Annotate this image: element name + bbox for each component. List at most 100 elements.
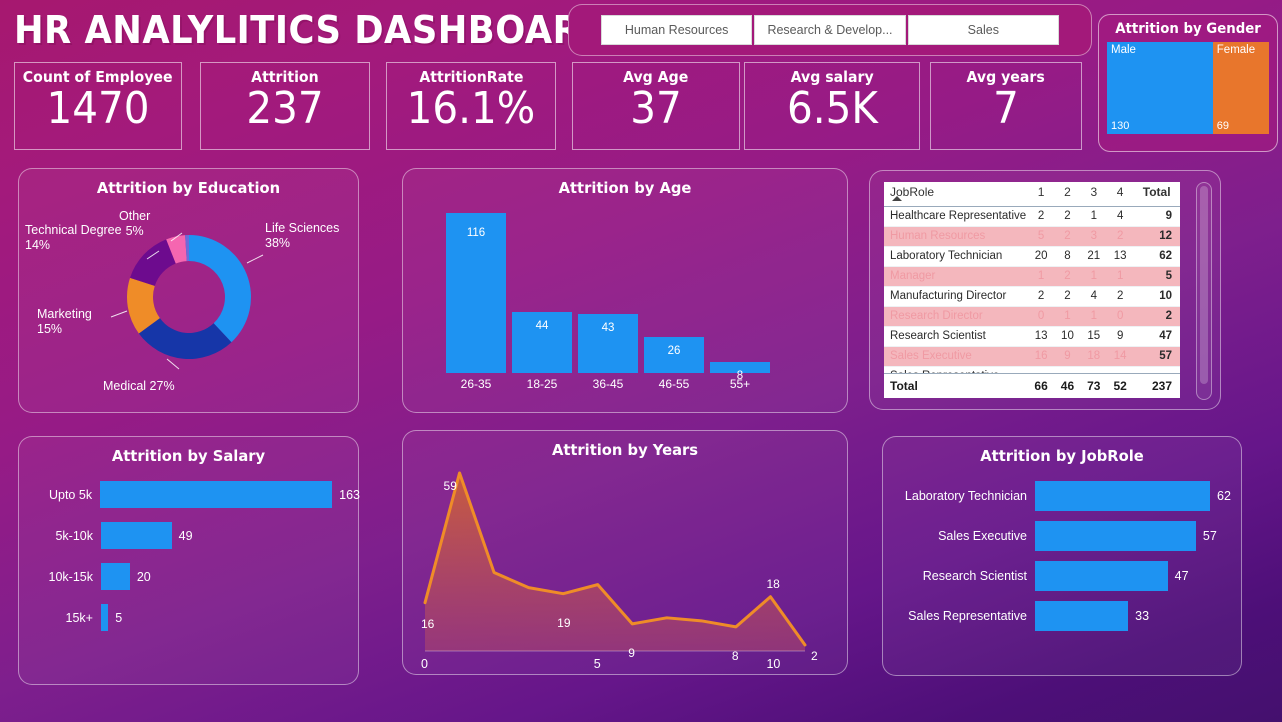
matrix-col-3[interactable]: 3 <box>1080 182 1107 207</box>
salary-bar-row: 10k-15k 20 <box>19 563 360 590</box>
attrition-by-education-panel: Attrition by Education Life Sciences 38% M… <box>18 168 359 413</box>
matrix-total-c4: 52 <box>1113 379 1127 393</box>
treemap-tile-female[interactable]: Female 69 <box>1212 42 1269 134</box>
table-row: Total 66 46 73 52 237 <box>884 374 1180 398</box>
matrix-col-total[interactable]: Total <box>1133 182 1180 207</box>
filter-sales[interactable]: Sales <box>907 15 1059 45</box>
matrix-cell-value: 0 <box>1106 306 1134 327</box>
attrition-by-age-panel: Attrition by Age 116 26-35 44 18-25 43 36-45 2… <box>402 168 848 413</box>
matrix-cell-value: 1 <box>1106 266 1134 287</box>
kpi-value: 7 <box>993 83 1019 134</box>
table-row[interactable]: Human Resources 5 2 3 2 12 <box>884 226 1180 247</box>
jobrole-bar-fill[interactable] <box>1035 601 1129 631</box>
matrix-cell-value: 1 <box>1080 266 1107 287</box>
table-row[interactable]: Healthcare Representative 2 2 1 4 9 <box>884 206 1180 227</box>
donut-label-text: Marketing <box>37 307 92 321</box>
age-column-value: 26 <box>667 345 681 358</box>
gender-card-title: Attrition by Gender <box>1115 21 1261 37</box>
matrix-cell-value: 10 <box>1054 326 1081 347</box>
donut-label-value: 5% <box>125 224 144 238</box>
matrix-col-4[interactable]: 4 <box>1106 182 1134 207</box>
age-column-group: 43 36-45 <box>578 213 638 391</box>
salary-bar-row: Upto 5k 163 <box>19 481 360 508</box>
donut-label-life-sciences: Life Sciences 38% <box>265 221 339 251</box>
matrix-cell-value: 20 <box>1027 246 1055 267</box>
salary-bar-fill[interactable] <box>100 481 333 508</box>
education-donut-chart: Life Sciences 38% Medical 27% Marketing 15% T… <box>19 169 358 412</box>
donut-leader-line <box>246 254 264 264</box>
jobrole-bar-chart: Laboratory Technician 62 Sales Executive 57… <box>883 481 1243 671</box>
jobrole-bar-row: Sales Executive 57 <box>883 521 1243 551</box>
jobrole-panel-title: Attrition by JobRole <box>980 447 1144 465</box>
donut-label-other: Other 5% <box>119 209 150 239</box>
donut-label-value: 38% <box>265 236 291 250</box>
salary-bar-fill[interactable] <box>101 563 130 590</box>
age-column-category: 26-35 <box>460 377 492 391</box>
age-column-category: 55+ <box>729 377 751 391</box>
years-point-value: 59 <box>443 479 457 493</box>
matrix-cell-value: 15 <box>1080 326 1107 347</box>
treemap-tile-male-label: Male <box>1111 44 1136 56</box>
matrix-col-2[interactable]: 2 <box>1054 182 1081 207</box>
table-row[interactable]: Manager 1 2 1 1 5 <box>884 266 1180 287</box>
donut-label-value: 15% <box>37 322 63 336</box>
matrix-col-jobrole[interactable]: JobRole <box>884 182 1028 207</box>
table-row[interactable]: Research Director 0 1 1 0 2 <box>884 306 1180 327</box>
donut-label-value: 14% <box>25 238 51 252</box>
sort-ascending-icon <box>892 196 902 201</box>
matrix-cell-value: 8 <box>1054 246 1081 267</box>
matrix-cell-value: 13 <box>1106 246 1134 267</box>
years-point-value: 19 <box>557 615 571 630</box>
salary-bar-row: 15k+ 5 <box>19 604 360 631</box>
kpi-card-avg-age: Avg Age 37 <box>572 62 740 150</box>
age-column-group: 8 55+ <box>710 213 770 391</box>
jobrole-bar-fill[interactable] <box>1035 521 1196 551</box>
age-column-value: 43 <box>601 321 615 334</box>
donut-slice[interactable] <box>130 239 176 286</box>
matrix-cell-jobrole: Laboratory Technician <box>884 246 1028 267</box>
attrition-by-gender-card: Attrition by Gender Male 130 Female 69 <box>1098 14 1278 152</box>
jobrole-bar-label: Laboratory Technician <box>904 489 1027 503</box>
matrix-cell-total: 5 <box>1133 266 1180 287</box>
salary-bar-fill[interactable] <box>101 522 172 549</box>
donut-label-text: Life Sciences <box>265 221 340 235</box>
donut-leader-line <box>110 310 128 318</box>
salary-bar-row: 5k-10k 49 <box>19 522 360 549</box>
matrix-cell-value: 14 <box>1106 346 1134 367</box>
matrix-body: Healthcare Representative 2 2 1 4 9 Human Reso… <box>884 206 1180 387</box>
matrix-scrollbar[interactable] <box>1196 182 1212 400</box>
department-filter-bar: Human Resources Research & Develop... Sa… <box>568 4 1092 56</box>
age-panel-title: Attrition by Age <box>558 179 692 197</box>
treemap-tile-male[interactable]: Male 130 <box>1107 42 1213 134</box>
matrix-scroll-area[interactable]: JobRole 1 2 3 4 Total Healthcare Represe… <box>884 182 1180 398</box>
jobrole-bar-fill[interactable] <box>1035 481 1210 511</box>
years-x-tick: 5 <box>593 657 601 671</box>
table-row[interactable]: Research Scientist 13 10 15 9 47 <box>884 326 1180 347</box>
jobrole-bar-fill[interactable] <box>1035 561 1168 591</box>
matrix-total-c2: 46 <box>1060 379 1075 393</box>
salary-bar-fill[interactable] <box>101 604 109 631</box>
matrix-total-table: Total 66 46 73 52 237 <box>884 374 1180 398</box>
table-row[interactable]: Manufacturing Director 2 2 4 2 10 <box>884 286 1180 307</box>
age-column-category: 36-45 <box>592 377 624 391</box>
treemap-tile-female-value: 69 <box>1216 120 1230 132</box>
matrix-cell-value: 1 <box>1080 306 1107 327</box>
filter-human-resources[interactable]: Human Resources <box>601 15 753 45</box>
filter-research-development[interactable]: Research & Develop... <box>754 15 906 45</box>
age-column-value: 116 <box>466 227 486 239</box>
donut-label-text: Other <box>119 209 151 223</box>
matrix-cell-value: 2 <box>1054 206 1081 227</box>
table-row[interactable]: Laboratory Technician 20 8 21 13 62 <box>884 246 1180 267</box>
attrition-matrix-table: JobRole 1 2 3 4 Total Healthcare Represe… <box>884 182 1180 387</box>
years-point-value: 16 <box>421 616 435 631</box>
matrix-cell-value: 2 <box>1054 266 1081 287</box>
matrix-scrollbar-thumb[interactable] <box>1200 186 1208 384</box>
years-point-value: 9 <box>628 645 635 660</box>
salary-bar-value: 49 <box>178 528 193 543</box>
matrix-cell-value: 2 <box>1027 286 1055 307</box>
table-row[interactable]: Sales Executive 16 9 18 14 57 <box>884 346 1180 367</box>
age-column-chart: 116 26-35 44 18-25 43 36-45 26 46-55 8 55+ <box>443 213 773 391</box>
matrix-col-1[interactable]: 1 <box>1027 182 1055 207</box>
donut-slice[interactable] <box>189 235 251 343</box>
matrix-total-label: Total <box>890 379 918 393</box>
